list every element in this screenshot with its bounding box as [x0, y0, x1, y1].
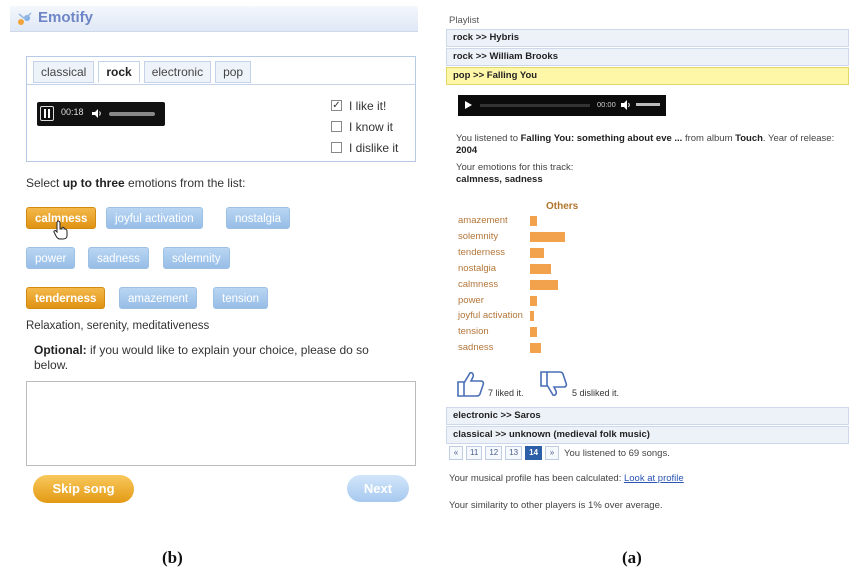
chart-bar	[530, 263, 551, 274]
app-title: Emotify	[38, 9, 94, 26]
chart-title: Others	[546, 201, 579, 212]
pager-page[interactable]: 12	[485, 446, 503, 460]
pager-next-button[interactable]: »	[545, 446, 560, 460]
emotion-description: Relaxation, serenity, meditativeness	[26, 320, 210, 332]
emotion-amazement[interactable]: amazement	[119, 287, 198, 309]
volume-slider[interactable]	[109, 112, 155, 116]
emotion-nostalgia[interactable]: nostalgia	[226, 207, 291, 229]
chart-category-label: power	[458, 294, 484, 306]
pager-page-current[interactable]: 14	[525, 446, 543, 460]
caption-b: (b)	[162, 548, 183, 567]
songs-listened-count: You listened to 69 songs.	[564, 447, 670, 459]
profile-status: Your musical profile has been calculated…	[449, 473, 684, 484]
liked-count: 7 liked it.	[488, 388, 524, 398]
genre-tabs: classical rock electronic pop	[33, 61, 255, 85]
chart-bar	[530, 279, 558, 290]
audio-player[interactable]: 00:18	[37, 102, 165, 126]
emotion-tenderness[interactable]: tenderness	[26, 287, 106, 309]
play-icon[interactable]	[465, 101, 472, 109]
optional-prompt: Optional: if you would like to explain y…	[34, 343, 369, 372]
tab-pop[interactable]: pop	[215, 61, 252, 83]
chart-category-label: sadness	[458, 342, 494, 354]
know-checkbox-row[interactable]: I know it	[331, 116, 398, 137]
tab-classical[interactable]: classical	[33, 61, 95, 83]
emotion-power[interactable]: power	[26, 247, 76, 269]
emotion-solemnity[interactable]: solemnity	[163, 247, 230, 269]
emotify-tagging-panel: Emotify classical rock electronic pop 00…	[0, 0, 430, 520]
instruction-text: Select up to three emotions from the lis…	[26, 176, 246, 190]
chart-bar	[530, 311, 534, 322]
player-time: 00:18	[61, 107, 84, 117]
skip-song-button[interactable]: Skip song	[33, 475, 134, 503]
volume-slider[interactable]	[636, 103, 660, 106]
app-header: Emotify	[10, 6, 418, 32]
playlist-item[interactable]: classical >> unknown (medieval folk musi…	[446, 426, 849, 444]
caption-a: (a)	[622, 548, 642, 567]
know-checkbox[interactable]	[331, 121, 342, 132]
feedback-checkboxes: ✓ I like it! I know it I dislike it	[331, 95, 398, 158]
chart-category-label: nostalgia	[458, 262, 497, 274]
pager-prev-button[interactable]: «	[449, 446, 463, 460]
playlist-item[interactable]: electronic >> Saros	[446, 407, 849, 425]
progress-bar[interactable]	[480, 104, 590, 107]
chart-bar	[530, 216, 537, 226]
tab-rock[interactable]: rock	[98, 61, 140, 83]
playlist-title: Playlist	[449, 15, 480, 26]
pagination: « 11 12 13 14 » You listened to 69 songs…	[449, 446, 670, 460]
emotify-logo-icon	[18, 12, 32, 25]
chart-category-label: solemnity	[458, 230, 499, 242]
playlist-item-active[interactable]: pop >> Falling You	[446, 67, 849, 85]
emotion-sadness[interactable]: sadness	[88, 247, 149, 269]
genre-tab-box: classical rock electronic pop 00:18 ✓ I …	[26, 56, 416, 162]
chart-bar	[530, 343, 541, 354]
chart-category-label: amazement	[458, 215, 508, 226]
chart-bar	[530, 247, 544, 258]
player-time: 00:00	[597, 100, 616, 109]
chart-bar	[530, 231, 565, 242]
chart-category-label: calmness	[458, 278, 499, 290]
chart-bar	[530, 295, 537, 306]
tab-divider	[27, 84, 415, 85]
emotion-joyful-activation[interactable]: joyful activation	[106, 207, 203, 229]
hand-cursor-icon	[53, 220, 68, 240]
your-emotions-label: Your emotions for this track:	[456, 162, 574, 173]
disliked-count: 5 disliked it.	[572, 388, 620, 398]
playlist-item[interactable]: rock >> Hybris	[446, 29, 849, 47]
pause-icon[interactable]	[40, 106, 54, 121]
dislike-label: I dislike it	[349, 140, 399, 155]
comment-textarea[interactable]	[26, 381, 416, 466]
like-label: I like it!	[349, 98, 387, 113]
emotion-tension[interactable]: tension	[213, 287, 269, 309]
tab-electronic[interactable]: electronic	[143, 61, 212, 83]
like-checkbox-row[interactable]: ✓ I like it!	[331, 95, 398, 116]
playlist-item[interactable]: rock >> William Brooks	[446, 48, 849, 66]
track-info: You listened to Falling You: something a…	[456, 133, 835, 156]
chart-category-label: joyful activation	[458, 310, 523, 322]
pager-page[interactable]: 11	[466, 446, 483, 460]
similarity-text: Your similarity to other players is 1% o…	[449, 500, 663, 511]
like-checkbox[interactable]: ✓	[331, 100, 342, 111]
chart-category-label: tenderness	[458, 246, 506, 258]
dislike-checkbox-row[interactable]: I dislike it	[331, 137, 398, 158]
thumbs-up-icon[interactable]	[456, 370, 486, 398]
know-label: I know it	[349, 119, 394, 134]
chart-bar	[530, 327, 537, 338]
chart-category-label: tension	[458, 326, 489, 338]
thumbs-down-icon[interactable]	[539, 370, 569, 398]
playlist-panel: Playlist rock >> Hybris rock >> William …	[446, 0, 849, 520]
audio-player[interactable]: 00:00	[458, 95, 666, 116]
next-button[interactable]: Next	[347, 475, 409, 502]
pager-page[interactable]: 13	[505, 446, 523, 460]
look-at-profile-link[interactable]: Look at profile	[624, 473, 684, 484]
volume-icon[interactable]	[92, 109, 102, 118]
your-emotions-value: calmness, sadness	[456, 174, 543, 185]
volume-icon[interactable]	[621, 100, 631, 110]
dislike-checkbox[interactable]	[331, 142, 342, 153]
